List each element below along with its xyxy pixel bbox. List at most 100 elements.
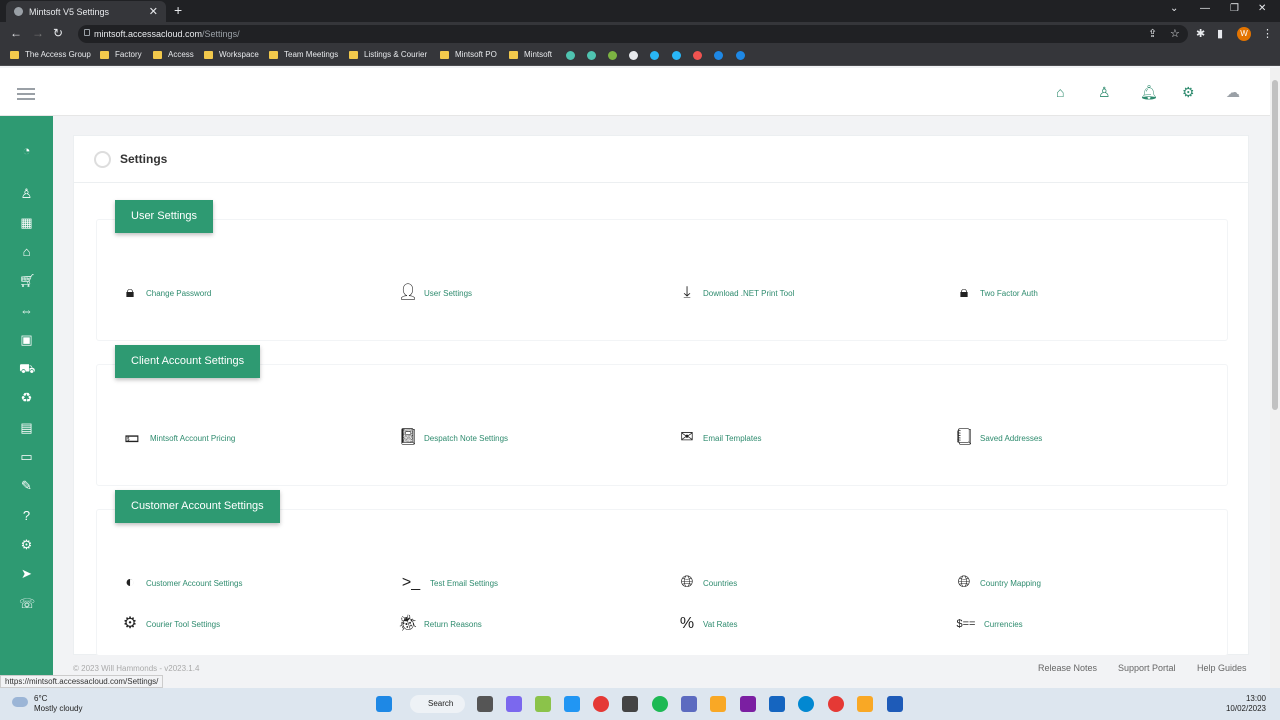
percent-icon: % bbox=[679, 615, 695, 632]
bookmark-item[interactable]: Team Meetings bbox=[269, 50, 338, 59]
tab-search-icon[interactable]: ⌄ bbox=[1170, 3, 1178, 14]
chrome-icon[interactable] bbox=[828, 696, 844, 712]
bookmark-star-icon[interactable]: ☆ bbox=[1170, 27, 1180, 40]
courier-truck-icon[interactable]: ⛟ bbox=[19, 361, 35, 376]
bookmark-app-icon[interactable] bbox=[736, 51, 745, 60]
account-pricing-link[interactable]: 💵︎ Mintsoft Account Pricing bbox=[120, 429, 236, 447]
customer-account-settings-link[interactable]: ◐ Customer Account Settings bbox=[120, 574, 242, 592]
vat-rates-link[interactable]: % Vat Rates bbox=[677, 615, 738, 633]
browser-menu-icon[interactable]: ⋮ bbox=[1262, 27, 1273, 40]
app-icon[interactable] bbox=[593, 696, 609, 712]
user-settings-link[interactable]: 👤︎ User Settings bbox=[398, 284, 472, 302]
transfers-icon[interactable]: ⇔ bbox=[19, 303, 34, 318]
two-factor-auth-link[interactable]: 🔒︎ Two Factor Auth bbox=[954, 284, 1038, 302]
settings-gear-icon[interactable]: ⚙ bbox=[1182, 84, 1198, 100]
bookmark-app-icon[interactable] bbox=[608, 51, 617, 60]
taskbar-search[interactable]: Search bbox=[410, 695, 465, 713]
dashboard-icon[interactable]: ◔ bbox=[19, 143, 34, 158]
bookmark-item[interactable]: Mintsoft PO bbox=[440, 50, 497, 59]
sidepanel-icon[interactable]: ▮ bbox=[1217, 27, 1223, 40]
bookmark-app-icon[interactable] bbox=[693, 51, 702, 60]
help-icon[interactable]: ? bbox=[19, 508, 34, 523]
send-icon[interactable]: ➤ bbox=[19, 566, 34, 581]
item-label: Saved Addresses bbox=[980, 433, 1043, 443]
warehouse-icon[interactable]: ⌂ bbox=[19, 244, 34, 259]
bookmark-item[interactable]: Access bbox=[153, 50, 194, 59]
secure-lock-icon[interactable] bbox=[84, 29, 90, 36]
user-profile-icon[interactable]: ♙ bbox=[1098, 84, 1114, 100]
bookmark-label: Mintsoft PO bbox=[455, 50, 497, 59]
onenote-icon[interactable] bbox=[740, 696, 756, 712]
download-print-tool-link[interactable]: ⤓ Download .NET Print Tool bbox=[677, 284, 794, 302]
snipping-tool-icon[interactable] bbox=[622, 696, 638, 712]
returns-icon[interactable]: ♻ bbox=[19, 390, 34, 405]
new-tab-icon[interactable]: + bbox=[174, 2, 182, 18]
system-clock[interactable]: 13:00 10/02/2023 bbox=[1226, 694, 1266, 714]
teams-icon[interactable] bbox=[681, 696, 697, 712]
word-icon[interactable] bbox=[887, 696, 903, 712]
support-icon[interactable]: ☏ bbox=[19, 596, 35, 611]
bookmark-app-icon[interactable] bbox=[629, 51, 638, 60]
reports-icon[interactable]: ▤ bbox=[19, 420, 34, 435]
saved-addresses-link[interactable]: 📒︎ Saved Addresses bbox=[954, 429, 1042, 447]
task-view-icon[interactable] bbox=[477, 696, 493, 712]
edit-icon[interactable]: ✎ bbox=[19, 478, 34, 493]
monitor-icon[interactable]: ▭ bbox=[19, 449, 34, 464]
file-explorer-icon[interactable] bbox=[710, 696, 726, 712]
url-field[interactable]: mintsoft.accessacloud.com/Settings/ bbox=[78, 25, 1188, 43]
notifications-bell-icon[interactable]: 🔔︎ bbox=[1140, 84, 1158, 100]
bookmark-app-icon[interactable] bbox=[714, 51, 723, 60]
weather-widget[interactable]: 6°C Mostly cloudy bbox=[12, 694, 82, 714]
photos-icon[interactable] bbox=[564, 696, 580, 712]
close-tab-icon[interactable]: ✕ bbox=[149, 5, 158, 18]
help-guides-link[interactable]: Help Guides bbox=[1197, 663, 1247, 673]
bookmark-app-icon[interactable] bbox=[672, 51, 681, 60]
bookmark-item[interactable]: Workspace bbox=[204, 50, 259, 59]
bookmark-app-icon[interactable] bbox=[566, 51, 575, 60]
menu-toggle-icon[interactable] bbox=[17, 88, 35, 103]
reload-icon[interactable]: ↻ bbox=[53, 26, 63, 40]
email-templates-link[interactable]: ✉ Email Templates bbox=[677, 429, 761, 447]
sidebar: ◔ ♙ ▦ ⌂ 🛒︎ ⇔ ▣ ⛟ ♻ ▤ ▭ ✎ ? ⚙ ➤ ☏ bbox=[0, 116, 53, 688]
courier-tool-settings-link[interactable]: ⚙ Courier Tool Settings bbox=[120, 615, 220, 633]
products-icon[interactable]: ▣ bbox=[19, 332, 34, 347]
app-icon[interactable] bbox=[535, 696, 551, 712]
apps-grid-icon[interactable]: ▦ bbox=[19, 215, 34, 230]
clients-icon[interactable]: ♙ bbox=[19, 186, 34, 201]
minimize-icon[interactable]: — bbox=[1200, 3, 1210, 14]
close-window-icon[interactable]: ✕ bbox=[1258, 3, 1266, 14]
despatch-note-settings-link[interactable]: 📓︎ Despatch Note Settings bbox=[398, 429, 508, 447]
extensions-icon[interactable]: ✱ bbox=[1196, 27, 1205, 40]
browser-tab[interactable]: Mintsoft V5 Settings ✕ bbox=[6, 1, 166, 22]
edge-icon[interactable] bbox=[798, 696, 814, 712]
spotify-icon[interactable] bbox=[652, 696, 668, 712]
integrations-icon[interactable]: ⚙ bbox=[19, 537, 34, 552]
orders-cart-icon[interactable]: 🛒︎ bbox=[19, 273, 36, 288]
back-icon[interactable]: ← bbox=[10, 26, 22, 40]
return-reasons-link[interactable]: 🐞︎ Return Reasons bbox=[398, 615, 482, 633]
bookmark-item[interactable]: The Access Group bbox=[10, 50, 91, 59]
outlook-icon[interactable] bbox=[769, 696, 785, 712]
scrollbar-thumb[interactable] bbox=[1272, 80, 1278, 410]
bookmark-item[interactable]: Factory bbox=[100, 50, 142, 59]
release-notes-link[interactable]: Release Notes bbox=[1038, 663, 1097, 673]
bookmark-item[interactable]: Mintsoft bbox=[509, 50, 552, 59]
bookmark-app-icon[interactable] bbox=[650, 51, 659, 60]
folder-icon[interactable] bbox=[857, 696, 873, 712]
countries-link[interactable]: 🌐︎ Countries bbox=[677, 574, 738, 592]
change-password-link[interactable]: 🔒︎ Change Password bbox=[120, 284, 212, 302]
share-icon[interactable]: ⇪ bbox=[1148, 27, 1157, 40]
start-windows-icon[interactable] bbox=[376, 696, 392, 712]
country-mapping-link[interactable]: 🌐︎ Country Mapping bbox=[954, 574, 1041, 592]
user-avatar-icon[interactable]: ☁ bbox=[1226, 84, 1242, 100]
home-icon[interactable]: ⌂ bbox=[1056, 84, 1072, 100]
widgets-icon[interactable] bbox=[506, 696, 522, 712]
forward-icon[interactable]: → bbox=[32, 26, 44, 40]
bookmark-item[interactable]: Listings & Courier bbox=[349, 50, 427, 59]
profile-avatar[interactable]: W bbox=[1237, 27, 1251, 41]
maximize-icon[interactable]: ❐ bbox=[1230, 3, 1239, 14]
support-portal-link[interactable]: Support Portal bbox=[1118, 663, 1176, 673]
currencies-link[interactable]: $== Currencies bbox=[954, 615, 1023, 633]
bookmark-app-icon[interactable] bbox=[587, 51, 596, 60]
test-email-settings-link[interactable]: >_ Test Email Settings bbox=[398, 574, 498, 592]
